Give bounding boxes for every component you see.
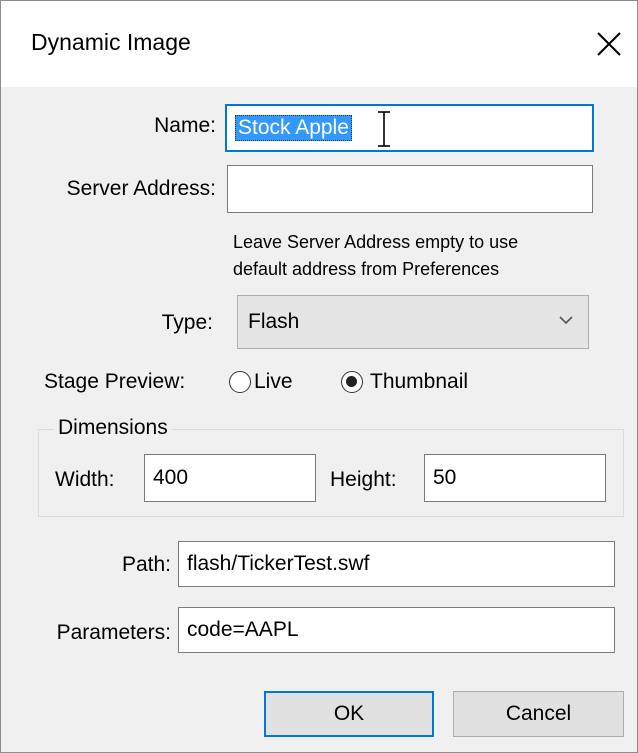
parameters-field[interactable]: code=AAPL bbox=[178, 607, 615, 653]
parameters-value: code=AAPL bbox=[187, 618, 299, 641]
name-label: Name: bbox=[154, 114, 216, 137]
server-address-hint: Leave Server Address empty to use defaul… bbox=[233, 229, 518, 283]
server-address-label: Server Address: bbox=[66, 177, 216, 200]
width-label: Width: bbox=[55, 468, 115, 491]
height-value: 50 bbox=[433, 466, 457, 489]
width-field[interactable]: 400 bbox=[144, 454, 316, 502]
close-icon[interactable] bbox=[594, 29, 624, 59]
path-field[interactable]: flash/TickerTest.swf bbox=[178, 541, 615, 587]
height-label: Height: bbox=[330, 468, 397, 491]
thumbnail-radio-label[interactable]: Thumbnail bbox=[370, 370, 468, 394]
path-label: Path: bbox=[121, 553, 171, 576]
hint-line-1: Leave Server Address empty to use bbox=[233, 232, 519, 252]
ok-button[interactable]: OK bbox=[264, 691, 434, 737]
parameters-label: Parameters: bbox=[56, 621, 171, 644]
live-radio-label[interactable]: Live bbox=[254, 370, 293, 394]
height-field[interactable]: 50 bbox=[424, 454, 606, 502]
dynamic-image-dialog: Dynamic Image Name: Stock Apple Server A… bbox=[0, 0, 638, 753]
hint-line-2: default address from Preferences bbox=[233, 259, 500, 279]
type-dropdown[interactable]: Flash bbox=[237, 295, 589, 349]
text-cursor-icon bbox=[378, 111, 390, 147]
dialog-title: Dynamic Image bbox=[31, 29, 191, 55]
type-label: Type: bbox=[161, 311, 213, 334]
type-value: Flash bbox=[248, 310, 300, 333]
width-value: 400 bbox=[153, 466, 189, 489]
cancel-button[interactable]: Cancel bbox=[453, 691, 624, 737]
title-bar: Dynamic Image bbox=[1, 1, 637, 87]
chevron-down-icon bbox=[559, 316, 573, 325]
stage-preview-label: Stage Preview: bbox=[44, 370, 186, 393]
server-address-field[interactable] bbox=[227, 165, 593, 213]
dimensions-group-label: Dimensions bbox=[54, 416, 172, 440]
name-field[interactable]: Stock Apple bbox=[225, 104, 594, 152]
thumbnail-radio[interactable] bbox=[341, 371, 363, 393]
name-value: Stock Apple bbox=[235, 115, 352, 141]
path-value: flash/TickerTest.swf bbox=[187, 552, 370, 575]
live-radio[interactable] bbox=[229, 371, 251, 393]
